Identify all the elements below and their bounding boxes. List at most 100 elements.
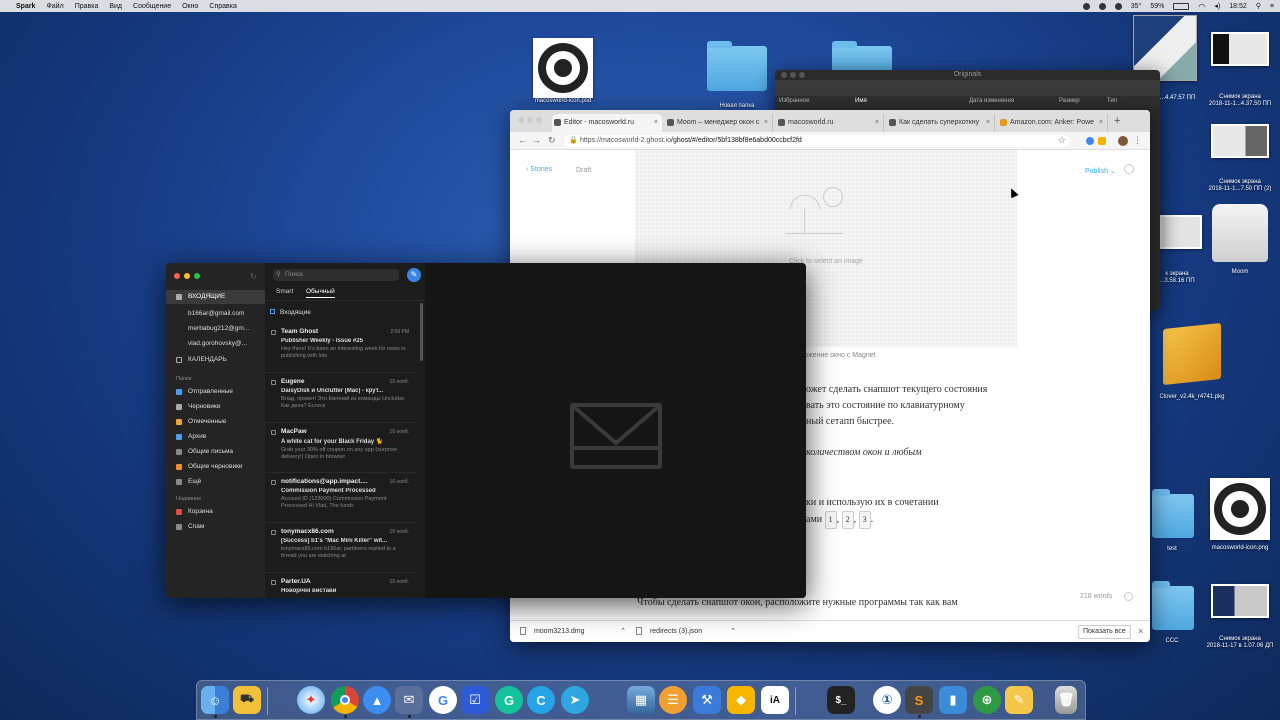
desktop-icon-clover-pkg[interactable]: Clover_v2.4k_r4741.pkg xyxy=(1150,322,1234,401)
google-dock-icon[interactable]: G xyxy=(429,686,457,714)
status-icon-2[interactable] xyxy=(1098,2,1106,10)
mail-item[interactable]: Parter.UA 16 нояб. Новорічні вистави xyxy=(265,573,417,598)
paragraph-3[interactable]: Чтобы сделать снапшот окон, расположите … xyxy=(637,597,958,608)
col-name[interactable]: Имя xyxy=(855,98,867,104)
finder-zoom-button[interactable] xyxy=(799,72,805,78)
desktop-icon-test-folder[interactable]: test xyxy=(1150,488,1194,553)
battery-icon[interactable] xyxy=(1173,2,1190,10)
desktop-icon-psd[interactable]: macosworld-icon.psd xyxy=(530,38,596,105)
wifi-icon[interactable]: ◠ xyxy=(1198,2,1205,11)
chevron-up-icon[interactable]: ⌃ xyxy=(620,627,626,635)
menu-window[interactable]: Окно xyxy=(182,3,198,10)
desktop-icon-new-folder[interactable]: Новая папка xyxy=(705,40,769,110)
spark-dock-icon[interactable]: ✉ xyxy=(395,686,423,714)
close-downloads-icon[interactable]: × xyxy=(1138,626,1143,636)
menu-help[interactable]: Справка xyxy=(209,3,236,10)
activity-dock-icon[interactable]: ▮ xyxy=(939,686,967,714)
trash-dock-icon[interactable]: 🗑 xyxy=(1055,686,1077,714)
chrome-minimize-button[interactable] xyxy=(527,117,533,123)
sidebar-inbox[interactable]: ВХОДЯЩИЕ xyxy=(166,290,265,304)
menu-file[interactable]: Файл xyxy=(46,3,63,10)
safari-dock-icon[interactable]: ✦ xyxy=(297,686,325,714)
profile-avatar[interactable] xyxy=(1118,136,1128,146)
publish-button[interactable]: Publish ⌄ xyxy=(1085,167,1116,175)
mail-item[interactable]: notifications@app.impact.... 16 нояб. Co… xyxy=(265,473,417,523)
chrome-menu-icon[interactable]: ⋮ xyxy=(1133,135,1142,146)
paragraph-2[interactable]: ки и использую их в сочетании ами 1, 2, … xyxy=(806,495,939,529)
sidebar-calendar[interactable]: КАЛЕНДАРЬ xyxy=(166,353,265,367)
bookmark-star-icon[interactable]: ☆ xyxy=(1058,135,1066,146)
desktop-icon-png[interactable]: macosworld-icon.png xyxy=(1202,478,1278,552)
desktop-icon-moom-disk[interactable]: Moom xyxy=(1208,204,1272,276)
col-date[interactable]: Дата изменения xyxy=(969,98,1014,104)
close-icon[interactable]: × xyxy=(654,114,658,132)
tab-editor[interactable]: Editor - macosworld.ru × xyxy=(552,114,662,132)
settings-gear-icon[interactable] xyxy=(1124,164,1134,174)
italic-paragraph[interactable]: количеством окон и любым xyxy=(806,447,922,458)
list-scrollbar[interactable] xyxy=(420,303,423,361)
mail-dock-icon[interactable]: ▲ xyxy=(363,686,391,714)
preview-dock-icon[interactable]: ⛟ xyxy=(233,686,261,714)
download-item-2[interactable]: redirects (3).json ⌃ xyxy=(636,627,736,635)
battery-readout[interactable]: 59% xyxy=(1150,3,1164,10)
show-all-downloads-button[interactable]: Показать все xyxy=(1078,625,1131,639)
forward-icon[interactable]: → xyxy=(532,135,541,145)
new-tab-button[interactable]: + xyxy=(1114,115,1120,127)
notification-icon[interactable]: ≡ xyxy=(1270,3,1274,10)
close-icon[interactable]: × xyxy=(764,114,768,132)
spark-zoom-button[interactable] xyxy=(194,273,200,279)
menu-edit[interactable]: Правка xyxy=(75,3,99,10)
search-icon[interactable]: ⚲ xyxy=(1256,2,1261,10)
download-item-1[interactable]: moom3213.dmg ⌃ xyxy=(520,627,630,635)
clock[interactable]: 18:52 xyxy=(1229,3,1247,10)
tab-amazon[interactable]: Amazon.com: Anker: Powe × xyxy=(998,114,1108,132)
code-dock-icon[interactable]: C xyxy=(527,686,555,714)
menu-message[interactable]: Сообщение xyxy=(133,3,171,10)
tab-regular[interactable]: Обычный xyxy=(306,288,335,298)
desktop-icon-screenshot-1[interactable]: Снимок экрана 2018-11-1...4.37.50 ПП xyxy=(1204,32,1276,108)
col-type[interactable]: Тип xyxy=(1107,98,1117,104)
help-icon[interactable] xyxy=(1124,592,1133,601)
grammarly-dock-icon[interactable]: G xyxy=(495,686,523,714)
mail-item[interactable]: Team Ghost 2:09 PM Publisher Weekly - Is… xyxy=(265,323,417,373)
xcode-dock-icon[interactable]: ⚒ xyxy=(693,686,721,714)
compose-button[interactable]: ✎ xyxy=(407,268,421,282)
menu-view[interactable]: Вид xyxy=(109,3,122,10)
spark-close-button[interactable] xyxy=(174,273,180,279)
sidebar-drafts[interactable]: Черновики xyxy=(166,400,265,414)
photos-dock-icon[interactable]: ▦ xyxy=(627,686,655,714)
1password-dock-icon[interactable]: ① xyxy=(873,686,901,714)
refresh-icon[interactable]: ↻ xyxy=(250,272,257,281)
finder-close-button[interactable] xyxy=(781,72,787,78)
volume-icon[interactable]: ◂) xyxy=(1214,2,1220,10)
back-icon[interactable]: ← xyxy=(518,135,527,145)
sketch-dock-icon[interactable]: ◆ xyxy=(727,686,755,714)
mail-item[interactable]: MacPaw 16 нояб. A white cat for your Bla… xyxy=(265,423,417,473)
sidebar-spam[interactable]: Спам xyxy=(166,520,265,534)
sidebar-sent[interactable]: Отправленные xyxy=(166,385,265,399)
telegram-dock-icon[interactable]: ➤ xyxy=(561,686,589,714)
extension-icon-2[interactable] xyxy=(1098,137,1106,145)
tab-smart[interactable]: Smart xyxy=(276,288,293,295)
close-icon[interactable]: × xyxy=(1099,114,1103,132)
mail-item[interactable]: Eugene 16 нояб. DaisyDisk и Unclutter (M… xyxy=(265,373,417,423)
sidebar-account-1[interactable]: b166ar@gmail.com xyxy=(166,307,265,321)
finder-minimize-button[interactable] xyxy=(790,72,796,78)
tab-moom[interactable]: Moom – менеджер окон с × xyxy=(665,114,773,132)
search-input[interactable]: ⚲ Поиск xyxy=(273,269,399,281)
image-caption[interactable]: ложение окно с Magnet xyxy=(800,352,876,359)
sidebar-shared-drafts[interactable]: Общие черновики xyxy=(166,460,265,474)
sublime-dock-icon[interactable]: S xyxy=(905,686,933,714)
col-size[interactable]: Размер xyxy=(1059,98,1080,104)
reload-icon[interactable]: ↻ xyxy=(548,135,556,146)
chrome-close-button[interactable] xyxy=(518,117,524,123)
sidebar-flagged[interactable]: Отмеченные xyxy=(166,415,265,429)
chrome-zoom-button[interactable] xyxy=(536,117,542,123)
status-icon-1[interactable] xyxy=(1082,2,1090,10)
tasks-dock-icon[interactable]: ☑ xyxy=(461,686,489,714)
terminal-dock-icon[interactable]: $_ xyxy=(827,686,855,714)
ia-writer-dock-icon[interactable]: iA xyxy=(761,686,789,714)
status-icon-3[interactable] xyxy=(1114,2,1122,10)
sidebar-account-3[interactable]: vlad.gorohovsky@... xyxy=(166,337,265,351)
close-icon[interactable]: × xyxy=(986,114,990,132)
